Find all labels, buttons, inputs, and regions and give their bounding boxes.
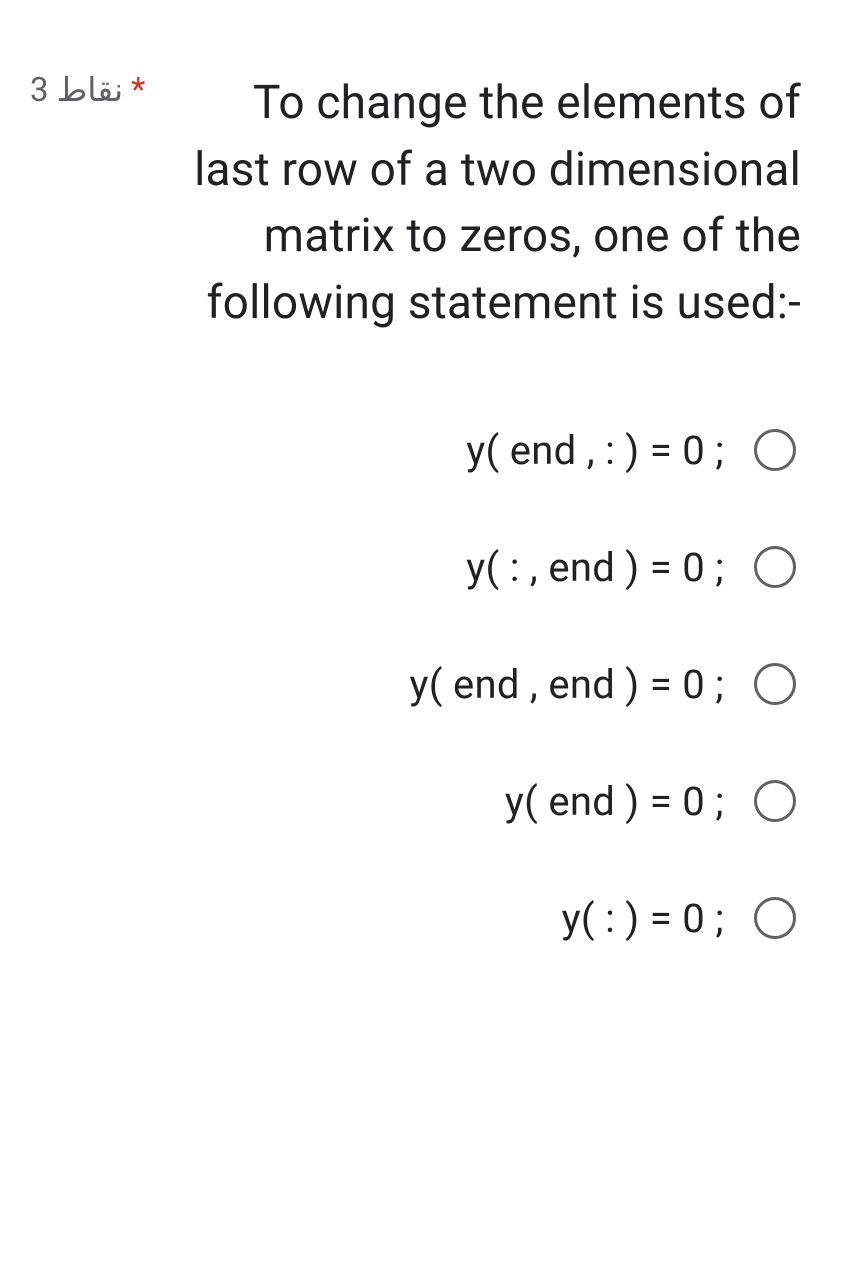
option-1[interactable]: y( end , : ) = 0 ; — [30, 427, 796, 474]
radio-icon — [754, 663, 796, 705]
points-container: 3 نقاط * — [30, 70, 149, 110]
radio-icon — [754, 429, 796, 471]
option-label: y( end , : ) = 0 ; — [466, 427, 724, 474]
option-label: y( : , end ) = 0 ; — [466, 544, 724, 591]
options-group: y( end , : ) = 0 ; y( : , end ) = 0 ; y(… — [30, 427, 801, 942]
option-4[interactable]: y( end ) = 0 ; — [30, 778, 796, 825]
radio-icon — [754, 780, 796, 822]
option-3[interactable]: y( end , end ) = 0 ; — [30, 661, 796, 708]
radio-icon — [754, 897, 796, 939]
required-marker: * — [131, 71, 145, 110]
question-header: 3 نقاط * To change the elements of last … — [30, 70, 801, 337]
option-label: y( end ) = 0 ; — [505, 778, 724, 825]
option-2[interactable]: y( : , end ) = 0 ; — [30, 544, 796, 591]
option-label: y( end , end ) = 0 ; — [410, 661, 724, 708]
option-5[interactable]: y( : ) = 0 ; — [30, 895, 796, 942]
question-card: 3 نقاط * To change the elements of last … — [0, 0, 841, 982]
radio-icon — [754, 546, 796, 588]
option-label: y( : ) = 0 ; — [562, 895, 724, 942]
question-text: To change the elements of last row of a … — [169, 70, 801, 337]
points-label: 3 نقاط — [30, 66, 123, 110]
